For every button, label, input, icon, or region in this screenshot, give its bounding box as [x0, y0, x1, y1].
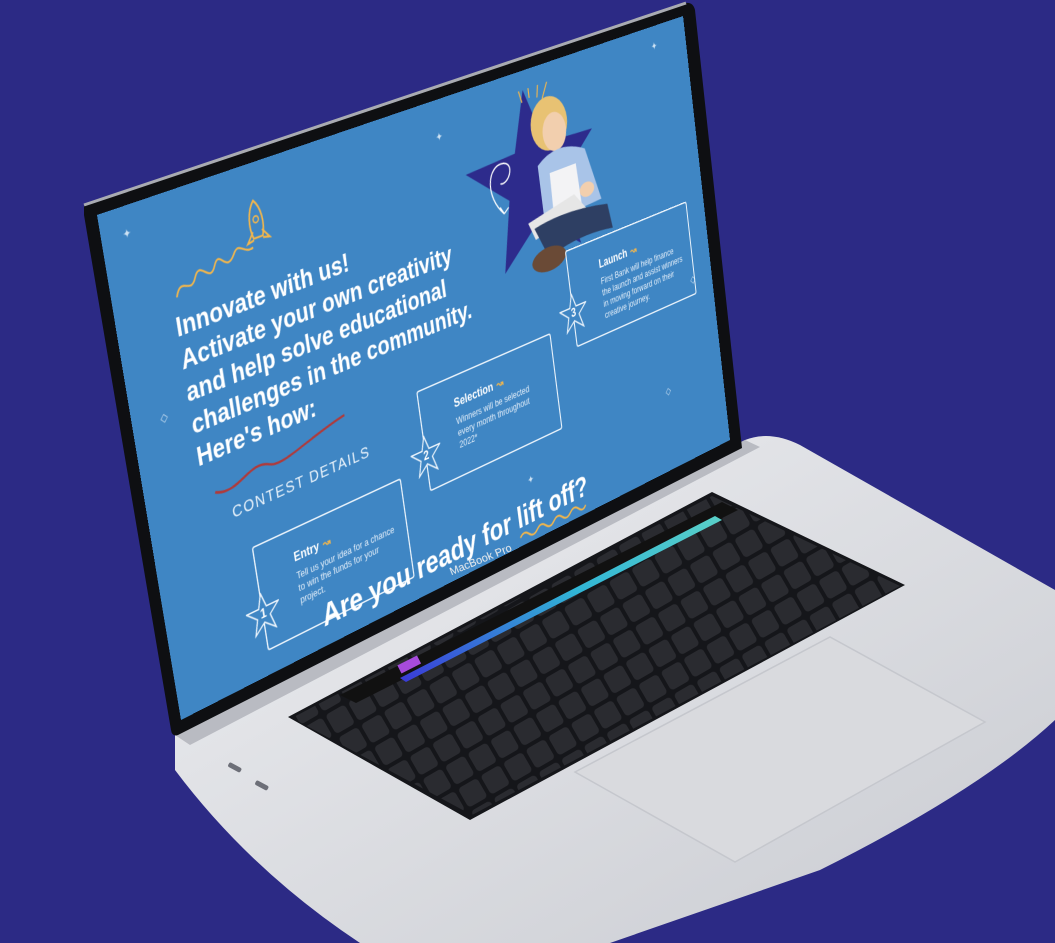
sparkle-icon: ✦: [650, 39, 658, 54]
step-number: 2: [422, 447, 430, 464]
sparkle-icon: ✦: [435, 130, 444, 145]
sparkle-icon: ✦: [121, 226, 133, 243]
swirl-icon: ↝: [321, 534, 332, 552]
step-number: 3: [570, 304, 577, 321]
swirl-icon: ↝: [495, 376, 505, 392]
sparkle-icon: ✦: [527, 472, 535, 488]
sparkle-icon: ◇: [159, 410, 169, 427]
step-number: 1: [259, 604, 268, 623]
swirl-icon: ↝: [629, 243, 638, 258]
sparkle-icon: ◇: [665, 384, 672, 399]
